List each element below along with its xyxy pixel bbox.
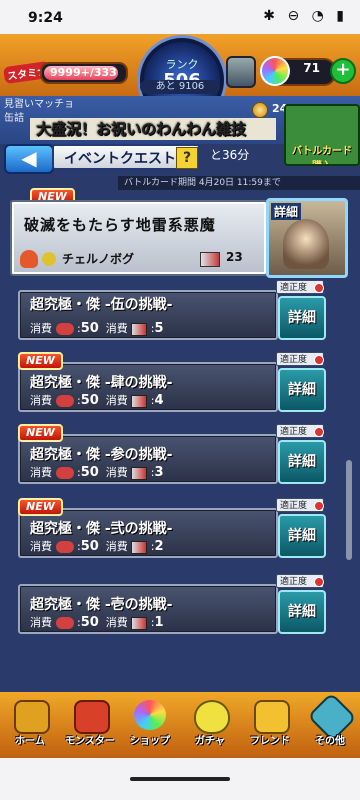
quest-cost: 消費 :50 消費 :4: [30, 393, 164, 408]
scrollbar[interactable]: [346, 460, 352, 560]
quest-cost: 消費 :50 消費 :2: [30, 539, 164, 554]
stamina-value: 9999+/333: [50, 66, 117, 79]
status-icons: ✱ ⊖ ◔ ▮: [263, 8, 348, 24]
ticket-icon: [200, 252, 220, 267]
nav-monster[interactable]: モンスター: [62, 694, 118, 756]
quest-title: 超究極・傑 -弐の挑戦-: [30, 521, 173, 537]
featured-panel[interactable]: 破滅をもたらす地雷系悪魔 チェルノボグ 23: [10, 200, 268, 276]
quest-row[interactable]: 超究極・傑 -壱の挑戦- 消費 :50 消費 :1 適正度 詳細: [18, 574, 326, 634]
stamina-icon: [55, 617, 74, 629]
orb-icon: [260, 56, 290, 86]
system-nav-bar: [0, 758, 360, 800]
ticket-icon: [131, 394, 148, 408]
stamina-icon: [55, 541, 74, 553]
difficulty-dot-icon: [314, 355, 324, 365]
ticket-icon: [131, 540, 148, 554]
nav-label: ホーム: [15, 736, 45, 747]
difficulty-dot-icon: [314, 427, 324, 437]
gacha-egg-icon: [194, 700, 230, 734]
help-button[interactable]: ?: [176, 147, 198, 169]
featured-title: 破滅をもたらす地雷系悪魔: [24, 216, 216, 234]
featured-detail-button[interactable]: 詳細: [266, 198, 348, 278]
quest-title: 超究極・傑 -参の挑戦-: [30, 447, 173, 463]
stamina-gauge: 9999+/333: [40, 62, 128, 84]
ticket-icon: [131, 322, 148, 336]
info-ticker: バトルカード期間 4月20日 11:59まで: [118, 176, 360, 190]
quest-row[interactable]: NEW 超究極・傑 -弐の挑戦- 消費 :50 消費 :2 適正度 詳細: [18, 498, 326, 558]
detail-button[interactable]: 詳細: [278, 368, 326, 412]
detail-button[interactable]: 詳細: [278, 440, 326, 484]
friend-icon: [254, 700, 290, 734]
quest-row[interactable]: NEW 超究極・傑 -参の挑戦- 消費 :50 消費 :3 適正度 詳細: [18, 424, 326, 484]
nav-label: モンスター: [65, 736, 115, 747]
stamina-icon: [55, 395, 74, 407]
difficulty-dot-icon: [314, 501, 324, 511]
title-bar: ◀ イベントクエスト ?: [0, 144, 220, 174]
bottom-nav: ホーム モンスター ショップ ガチャ フレンド その他: [0, 692, 360, 758]
nav-friend[interactable]: フレンド: [242, 694, 298, 756]
stamina-icon: [55, 323, 74, 335]
detail-button[interactable]: 詳細: [278, 514, 326, 558]
new-badge: NEW: [18, 498, 63, 516]
ticket-icon: [131, 466, 148, 480]
boss-name: チェルノボグ: [62, 252, 135, 266]
quest-cost: 消費 :50 消費 :1: [30, 615, 164, 630]
battle-card-promo[interactable]: バトルカード購入: [284, 104, 360, 166]
clock: 9:24: [28, 10, 63, 26]
difficulty-dot-icon: [314, 283, 324, 293]
ticket-icon: [131, 616, 148, 630]
detail-button[interactable]: 詳細: [278, 590, 326, 634]
notice-line-1: 見習いマッチョ: [4, 99, 74, 110]
nav-label: その他: [315, 736, 345, 747]
item-bag-icon[interactable]: [226, 56, 256, 88]
buy-orb-button[interactable]: +: [330, 58, 356, 84]
nav-home[interactable]: ホーム: [2, 694, 58, 756]
detail-button[interactable]: 詳細: [278, 296, 326, 340]
rank-next-exp: あと 9106: [140, 80, 220, 94]
new-badge: NEW: [18, 424, 63, 442]
quest-title: 超究極・傑 -壱の挑戦-: [30, 597, 173, 613]
quest-cost: 消費 :50 消費 :3: [30, 465, 164, 480]
home-icon: [14, 700, 50, 734]
promo-label: バトルカード購入: [292, 146, 352, 164]
detail-label: 詳細: [271, 203, 302, 220]
quest-row[interactable]: 超究極・傑 -伍の挑戦- 消費 :50 消費 :5 適正度 詳細: [18, 280, 326, 340]
home-gesture-handle[interactable]: [130, 777, 230, 781]
difficulty-dot-icon: [314, 577, 324, 587]
nav-label: ショップ: [130, 736, 170, 747]
boss-portrait: [283, 219, 329, 269]
ticket-count: 23: [226, 250, 243, 264]
orb-count: 71: [303, 61, 320, 75]
coin-icon: [252, 102, 268, 118]
new-badge: NEW: [18, 352, 63, 370]
quest-row[interactable]: NEW 超究極・傑 -肆の挑戦- 消費 :50 消費 :4 適正度 詳細: [18, 352, 326, 412]
featured-quest[interactable]: NEW 破滅をもたらす地雷系悪魔 チェルノボグ 23 詳細: [10, 188, 350, 278]
status-bar: 9:24 ✱ ⊖ ◔ ▮: [0, 0, 360, 34]
stamina-icon: [55, 467, 74, 479]
nav-other[interactable]: その他: [302, 692, 358, 756]
event-banner[interactable]: 大盛況！お祝いのわんわん雑技: [30, 118, 276, 140]
nav-label: ガチャ: [195, 736, 225, 747]
back-button[interactable]: ◀: [4, 144, 54, 174]
quest-title: 超究極・傑 -伍の挑戦-: [30, 297, 173, 313]
quest-cost: 消費 :50 消費 :5: [30, 321, 164, 336]
orb-icon: [134, 700, 166, 730]
nav-gacha[interactable]: ガチャ: [182, 694, 238, 756]
nav-shop[interactable]: ショップ: [122, 694, 178, 756]
nav-label: フレンド: [250, 736, 290, 747]
element-icon: [20, 250, 38, 268]
bell-icon: [42, 252, 56, 266]
monster-icon: [74, 700, 110, 734]
quest-title: 超究極・傑 -肆の挑戦-: [30, 375, 173, 391]
